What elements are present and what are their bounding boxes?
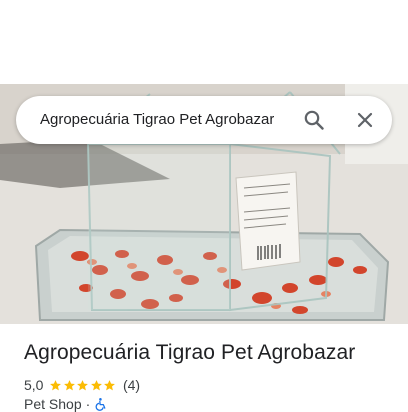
star-icon [77,379,89,390]
place-category: Pet Shop [24,396,82,412]
star-icon [64,379,75,390]
separator-dot: · [85,396,91,412]
review-count[interactable]: (4) [123,377,140,393]
search-bar[interactable]: Agropecuária Tigrao Pet Agrobazar [16,96,392,144]
place-title[interactable]: Agropecuária Tigrao Pet Agrobazar [24,341,355,365]
star-rating [49,379,117,392]
category-row: Pet Shop · [24,396,108,412]
close-icon[interactable] [353,108,377,132]
search-icon[interactable] [302,108,326,132]
blank-header-area [0,0,408,84]
rating-value: 5,0 [24,377,44,393]
search-query-text[interactable]: Agropecuária Tigrao Pet Agrobazar [40,96,274,144]
wheelchair-icon [95,398,106,411]
star-icon [104,379,116,390]
star-icon [91,379,102,390]
star-icon [50,379,62,390]
rating-row[interactable]: 5,0 (4) [24,376,140,394]
